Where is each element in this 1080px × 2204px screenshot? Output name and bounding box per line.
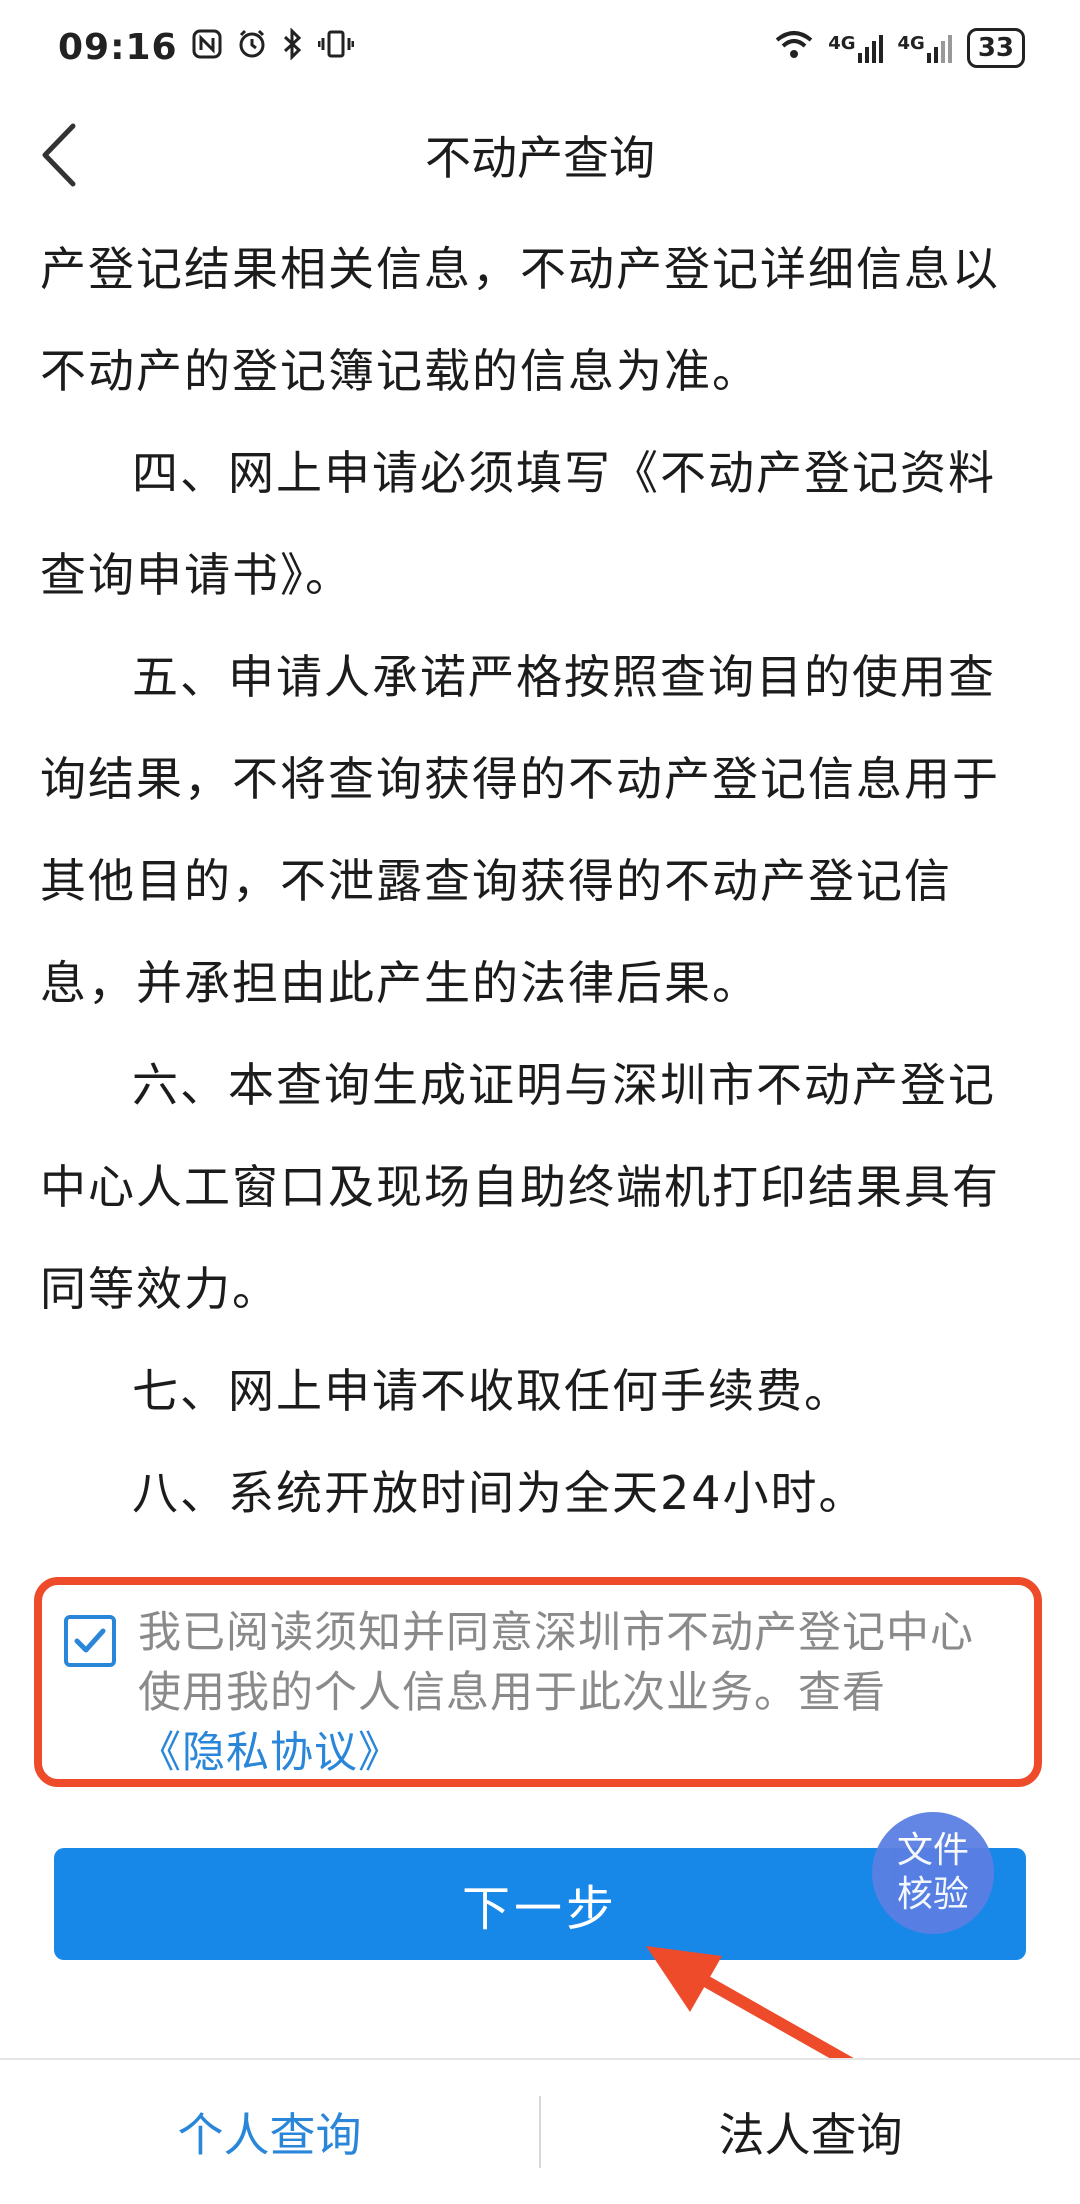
notice-content: 产登记结果相关信息，不动产登记详细信息以不动产的登记簿记载的信息为准。 四、网上… (40, 218, 1040, 1544)
page-title: 不动产查询 (425, 131, 655, 185)
notice-paragraph-5: 五、申请人承诺严格按照查询目的使用查询结果，不将查询获得的不动产登记信息用于其他… (40, 650, 1000, 1010)
signal-icon-2: 4G (898, 33, 953, 63)
notice-paragraph-1: 产登记结果相关信息，不动产登记详细信息以不动产的登记簿记载的信息为准。 (40, 242, 1000, 398)
status-bar: 09:16 4G 4G 33 (0, 0, 1080, 95)
agreement-text: 我已阅读须知并同意深圳市不动产登记中心使用我的个人信息用于此次业务。查看 《隐私… (138, 1603, 1010, 1783)
wifi-icon (774, 28, 814, 67)
agreement-box: 我已阅读须知并同意深圳市不动产登记中心使用我的个人信息用于此次业务。查看 《隐私… (34, 1577, 1042, 1787)
notice-paragraph-6: 六、本查询生成证明与深圳市不动产登记中心人工窗口及现场自助终端机打印结果具有同等… (40, 1058, 1000, 1316)
agreement-statement: 我已阅读须知并同意深圳市不动产登记中心使用我的个人信息用于此次业务。查看 (138, 1608, 974, 1718)
back-button[interactable] (20, 115, 100, 195)
agreement-checkbox[interactable] (64, 1615, 116, 1667)
tab-legal-query[interactable]: 法人查询 (541, 2060, 1080, 2204)
network-label-1: 4G (828, 32, 856, 54)
alarm-icon (236, 28, 268, 67)
bottom-tab-bar: 个人查询 法人查询 (0, 2058, 1080, 2204)
status-left: 09:16 (58, 27, 355, 68)
bluetooth-icon (282, 27, 304, 67)
nav-bar: 不动产查询 (0, 95, 1080, 215)
notice-paragraph-4: 四、网上申请必须填写《不动产登记资料查询申请书》。 (40, 446, 996, 602)
status-time: 09:16 (58, 27, 178, 68)
nfc-icon (192, 29, 222, 66)
notice-paragraph-7: 七、网上申请不收取任何手续费。 (132, 1364, 852, 1418)
privacy-policy-link[interactable]: 《隐私协议》 (138, 1728, 402, 1778)
file-verify-badge[interactable]: 文件 核验 (872, 1812, 994, 1934)
network-label-2: 4G (897, 32, 925, 54)
status-right: 4G 4G 33 (774, 27, 1025, 68)
chevron-left-icon (42, 123, 76, 187)
tab-personal-query[interactable]: 个人查询 (0, 2060, 539, 2204)
notice-paragraph-8: 八、系统开放时间为全天24小时。 (132, 1466, 867, 1520)
file-verify-line2: 核验 (896, 1874, 969, 1915)
vibrate-icon (317, 28, 355, 67)
signal-icon-1: 4G (828, 33, 883, 63)
checkmark-icon (74, 1628, 106, 1653)
battery-indicator: 33 (966, 27, 1025, 68)
file-verify-line1: 文件 (896, 1830, 969, 1871)
